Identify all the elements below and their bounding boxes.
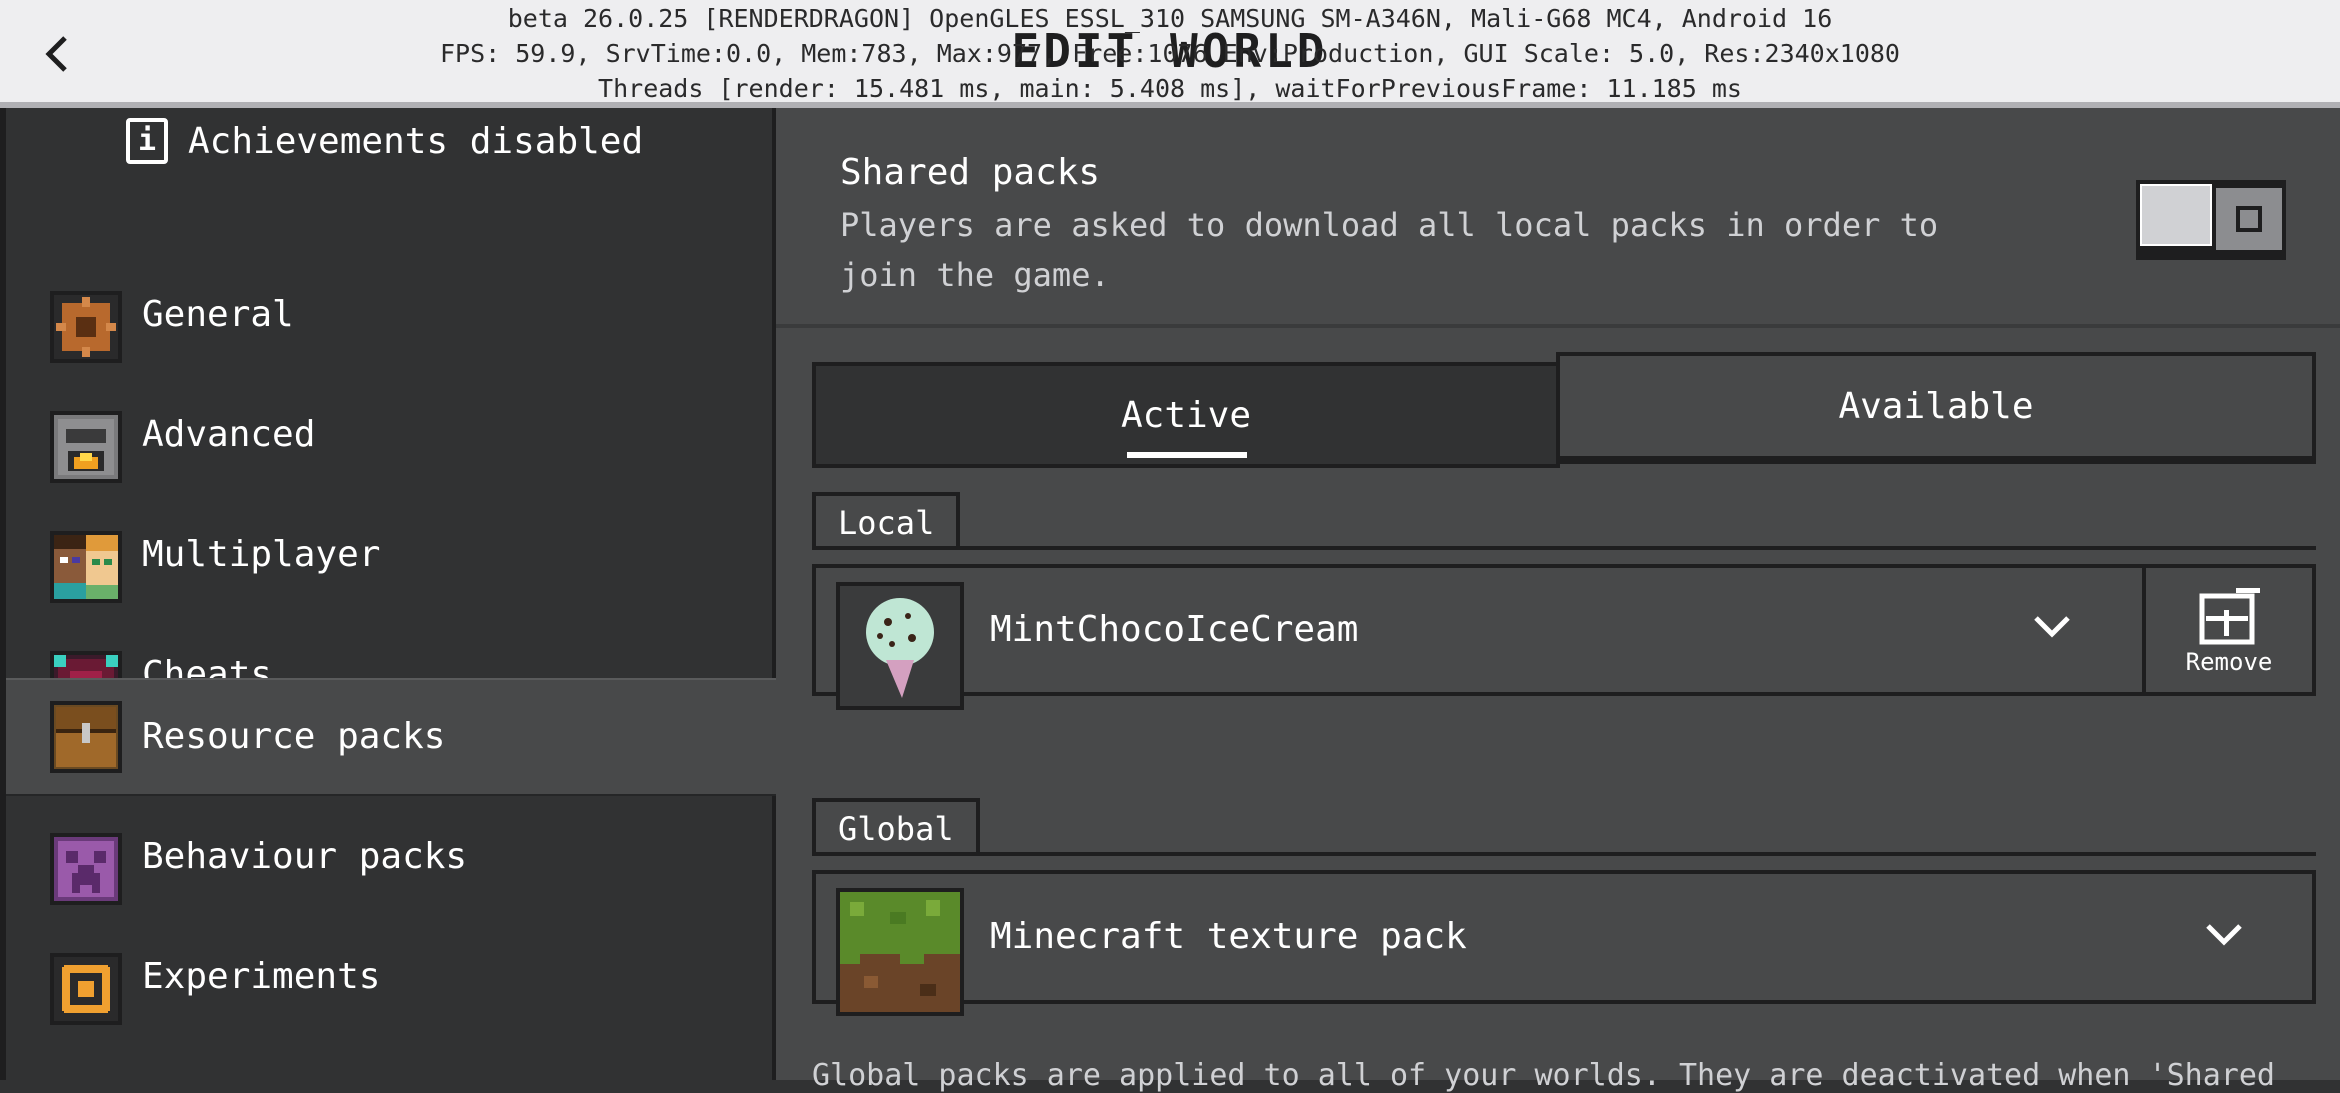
grass-block-thumbnail xyxy=(836,888,964,1016)
pack-tabs: Active Available xyxy=(812,352,2316,470)
off-icon xyxy=(2236,206,2262,232)
main-panel: Shared packs Players are asked to downlo… xyxy=(776,108,2340,1093)
debug-line-3: Threads [render: 15.481 ms, main: 5.408 … xyxy=(598,74,1742,103)
chevron-down-icon[interactable] xyxy=(2032,612,2072,642)
toggle-knob xyxy=(2140,184,2212,246)
tab-underline xyxy=(1127,452,1247,458)
shared-packs-toggle[interactable] xyxy=(2136,180,2286,260)
sidebar-item-multiplayer[interactable]: Multiplayer xyxy=(6,496,776,614)
sidebar-item-label: General xyxy=(142,294,294,335)
sidebar-item-advanced[interactable]: Advanced xyxy=(6,376,776,494)
gear-icon xyxy=(50,291,122,363)
sidebar-item-behaviour-packs[interactable]: Behaviour packs xyxy=(6,798,776,916)
shared-packs-description: Players are asked to download all local … xyxy=(840,206,1939,294)
local-pack-row[interactable]: MintChocoIceCream Remove xyxy=(812,564,2316,710)
top-bar: EDIT WORLD beta 26.0.25 [RENDERDRAGON] O… xyxy=(0,0,2340,108)
remove-label: Remove xyxy=(2185,648,2273,676)
remove-pack-icon xyxy=(2199,588,2260,645)
shared-packs-title: Shared packs xyxy=(840,152,1101,193)
sidebar-item-experiments[interactable]: Experiments xyxy=(6,918,776,1036)
global-section-header: Global xyxy=(812,798,980,856)
sidebar-item-label: Behaviour packs xyxy=(142,836,468,877)
global-packs-note: Global packs are applied to all of your … xyxy=(812,1058,2275,1093)
creeper-icon xyxy=(50,833,122,905)
sidebar-item-label: Experiments xyxy=(142,956,381,997)
section-divider xyxy=(812,546,2316,550)
sidebar-item-label: Advanced xyxy=(142,414,316,455)
debug-line-2: FPS: 59.9, SrvTime:0.0, Mem:783, Max:977… xyxy=(440,39,1900,68)
remove-button[interactable]: Remove xyxy=(2142,568,2312,692)
furnace-icon xyxy=(50,411,122,483)
players-icon xyxy=(50,531,122,603)
pack-name: Minecraft texture pack xyxy=(990,916,1467,957)
shared-packs-setting: Shared packs Players are asked to downlo… xyxy=(776,108,2340,328)
tab-label: Available xyxy=(1838,385,2034,427)
chevron-down-icon[interactable] xyxy=(2204,920,2244,950)
local-section-header: Local xyxy=(812,492,961,550)
sidebar-item-label: Multiplayer xyxy=(142,534,381,575)
achievements-label: Achievements disabled xyxy=(188,120,644,162)
achievements-notice: i Achievements disabled xyxy=(126,114,643,168)
tab-label: Active xyxy=(1120,394,1252,436)
tab-active[interactable]: Active xyxy=(812,362,1560,468)
global-pack-row[interactable]: Minecraft texture pack xyxy=(812,870,2316,1016)
section-divider xyxy=(812,852,2316,856)
experiment-icon xyxy=(50,953,122,1025)
sidebar: i Achievements disabled General Advanced… xyxy=(0,108,776,1080)
tab-available[interactable]: Available xyxy=(1556,352,2316,464)
sidebar-item-resource-packs[interactable]: Resource packs xyxy=(6,678,776,796)
debug-line-1: beta 26.0.25 [RENDERDRAGON] OpenGLES ESS… xyxy=(507,4,1833,33)
ice-cream-pack-thumbnail xyxy=(836,582,964,710)
toggle-track xyxy=(2216,188,2282,250)
info-icon: i xyxy=(126,118,168,164)
sidebar-item-general[interactable]: General xyxy=(6,256,776,374)
sidebar-item-label: Resource packs xyxy=(142,716,446,757)
pack-name: MintChocoIceCream xyxy=(990,609,1359,650)
chest-icon xyxy=(50,701,122,773)
